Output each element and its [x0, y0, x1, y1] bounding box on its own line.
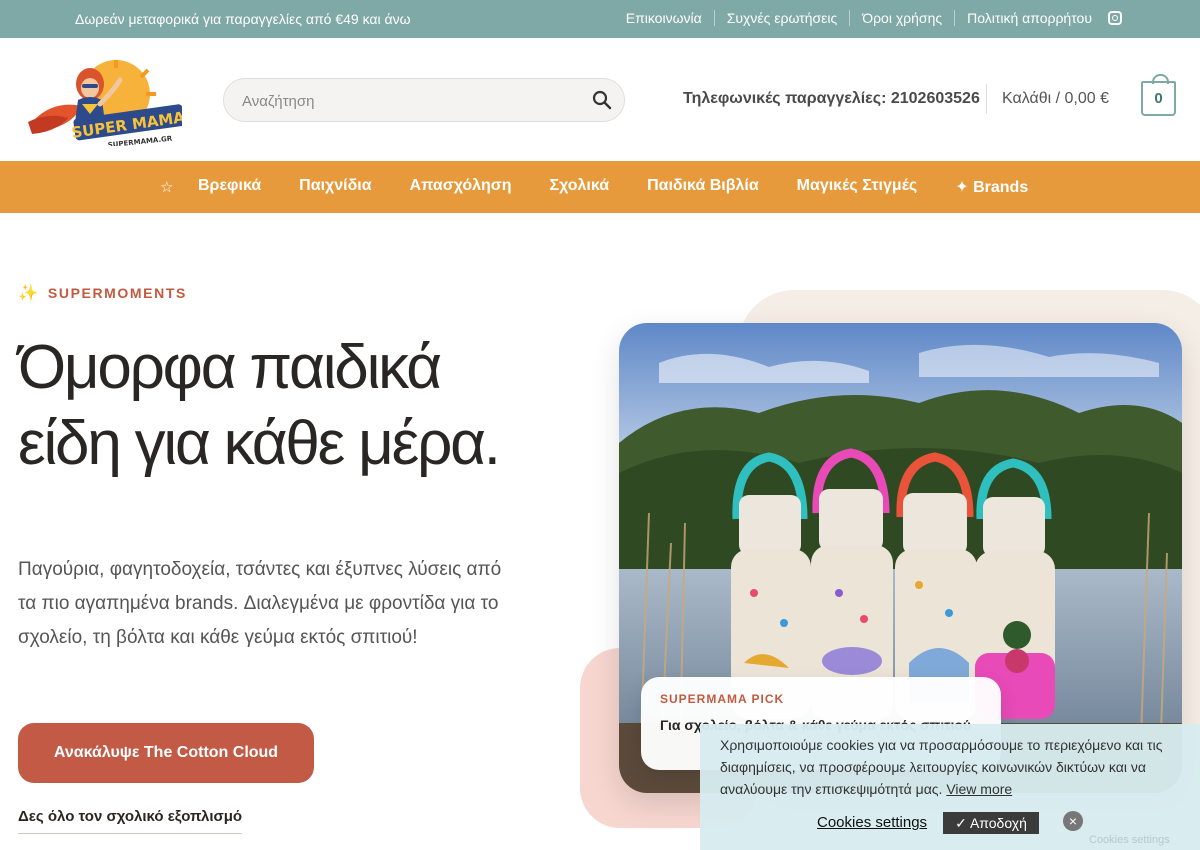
hero-description: Παγούρια, φαγητοδοχεία, τσάντες και έξυπ…	[18, 559, 502, 648]
supermama-logo-icon: SUPER MAMA SUPERMAMA.GR	[28, 58, 186, 149]
free-shipping-promo: Δωρεάν μεταφορικά για παραγγελίες από €4…	[75, 11, 411, 27]
nav-item-kids-books[interactable]: Παιδικά Βιβλία	[647, 177, 759, 197]
sparkle-icon: ✨	[18, 285, 38, 302]
search-icon[interactable]	[592, 90, 612, 110]
discover-cotton-cloud-button[interactable]: Ανακάλυψε The Cotton Cloud	[18, 723, 314, 783]
pick-tag: SUPERMAMA PICK	[660, 692, 785, 706]
nav-menu: Βρεφικά Παιχνίδια Απασχόληση Σχολικά Παι…	[198, 177, 1066, 197]
header-divider	[986, 84, 987, 114]
top-links: Επικοινωνία Συχνές ερωτήσεις Όροι χρήσης…	[614, 10, 1122, 26]
star-icon: ☆	[160, 179, 174, 196]
main-navigation: ☆ Βρεφικά Παιχνίδια Απασχόληση Σχολικά Π…	[0, 161, 1200, 213]
cookie-view-more-link[interactable]: View more	[946, 781, 1012, 797]
cookie-accept-button[interactable]: ✓ Αποδοχή	[943, 812, 1039, 834]
top-link-contact[interactable]: Επικοινωνία	[614, 10, 715, 26]
site-header: SUPER MAMA SUPERMAMA.GR Τηλεφωνικές παρα…	[0, 38, 1200, 161]
nav-item-baby[interactable]: Βρεφικά	[198, 177, 261, 197]
phone-orders[interactable]: Τηλεφωνικές παραγγελίες: 2102603526	[683, 90, 980, 108]
nav-item-magic-moments[interactable]: Μαγικές Στιγμές	[797, 177, 918, 197]
search-input[interactable]	[242, 89, 572, 113]
cart-link[interactable]: Καλάθι / 0,00 €	[1002, 90, 1109, 108]
top-link-faq[interactable]: Συχνές ερωτήσεις	[715, 10, 851, 26]
hero-eyebrow: ✨ SUPERMOMENTS	[18, 283, 187, 303]
top-link-terms[interactable]: Όροι χρήσης	[850, 10, 956, 26]
cookie-message-text: Χρησιμοποιούμε cookies για να προσαρμόσο…	[720, 737, 1163, 797]
top-bar: Δωρεάν μεταφορικά για παραγγελίες από €4…	[0, 0, 1200, 38]
cookie-banner: Χρησιμοποιούμε cookies για να προσαρμόσο…	[700, 724, 1200, 850]
nav-item-brands[interactable]: ✦ Brands	[955, 177, 1028, 197]
top-link-privacy[interactable]: Πολιτική απορρήτου	[955, 10, 1104, 26]
school-equipment-link[interactable]: Δες όλο τον σχολικό εξοπλισμό	[18, 808, 243, 834]
nav-item-school[interactable]: Σχολικά	[549, 177, 609, 197]
site-logo[interactable]: SUPER MAMA SUPERMAMA.GR	[24, 58, 186, 149]
close-icon[interactable]: ×	[1063, 811, 1083, 831]
svg-text:SUPERMAMA.GR: SUPERMAMA.GR	[107, 135, 173, 146]
hero-headline: Όμορφα παιδικά είδη για κάθε μέρα.	[18, 333, 501, 478]
search-bar	[223, 78, 625, 122]
instagram-icon[interactable]	[1108, 11, 1122, 25]
nav-item-toys[interactable]: Παιχνίδια	[299, 177, 371, 197]
cookie-settings-mini-link[interactable]: Cookies settings	[1089, 834, 1170, 846]
eyebrow-text: SUPERMOMENTS	[47, 285, 187, 301]
cart-count-badge[interactable]: 0	[1141, 74, 1176, 116]
cookie-settings-link[interactable]: Cookies settings	[817, 814, 927, 831]
cookie-message: Χρησιμοποιούμε cookies για να προσαρμόσο…	[720, 734, 1190, 800]
nav-item-activities[interactable]: Απασχόληση	[410, 177, 512, 197]
